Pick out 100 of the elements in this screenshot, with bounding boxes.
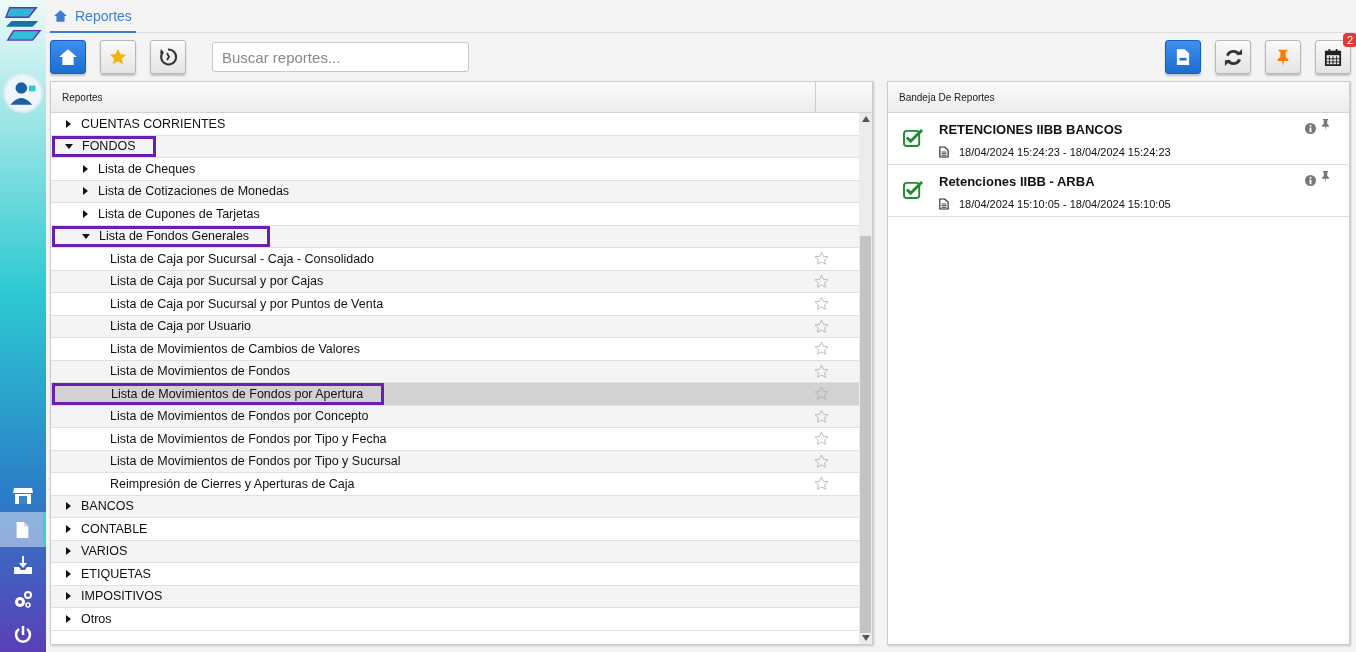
tree-folder-row[interactable]: Lista de Cheques [51,158,859,181]
scrollbar[interactable] [859,113,872,644]
caret-right-icon[interactable] [81,209,89,218]
calendar-icon [1324,48,1342,66]
caret-right-icon[interactable] [64,614,72,623]
tree-label: Lista de Movimientos de Fondos por Apertura [111,386,364,401]
star-icon[interactable] [814,408,829,424]
tree-folder-row[interactable]: BANCOS [51,495,859,518]
caret-right-icon[interactable] [64,547,72,556]
download-icon [13,554,33,575]
tree-label: IMPOSITIVOS [81,589,163,604]
tree-label: FONDOS [82,139,136,154]
tree-folder-row[interactable]: FONDOS [51,135,859,158]
tree-folder-row[interactable]: CONTABLE [51,518,859,541]
star-icon[interactable] [814,251,829,267]
report-row[interactable]: Lista de Caja por Sucursal - Caja - Consolidado [51,248,859,271]
gears-icon [13,589,33,610]
tree-folder-row[interactable]: Otros [51,608,859,631]
refresh-button[interactable] [1215,40,1251,74]
tree-label: ETIQUETAS [81,566,151,581]
star-icon [109,48,127,66]
report-row[interactable]: Lista de Caja por Sucursal y por Cajas [51,270,859,293]
star-icon[interactable] [814,476,829,492]
panel-title: Reportes [62,91,104,103]
tree-folder-row[interactable]: CUENTAS CORRIENTES [51,113,859,136]
tree-label: BANCOS [81,499,134,514]
history-button[interactable] [150,40,186,74]
date-range: 18/04/2024 15:10:05 - 18/04/2024 15:10:05 [959,198,1171,210]
star-icon[interactable] [814,273,829,289]
report-row[interactable]: Reimpresión de Cierres y Aperturas de Caja [51,473,859,496]
tree-label: CUENTAS CORRIENTES [81,116,226,131]
panel-title: Bandeja De Reportes [899,91,996,103]
caret-right-icon[interactable] [64,569,72,578]
report-row[interactable]: Lista de Caja por Sucursal y por Puntos de Venta [51,293,859,316]
tree-label: Otros [81,611,112,626]
tree-folder-row[interactable]: ETIQUETAS [51,563,859,586]
refresh-icon [1223,47,1243,67]
tree-label: Lista de Caja por Sucursal y por Cajas [110,274,324,289]
caret-right-icon[interactable] [81,164,89,173]
tree-label: Lista de Caja por Sucursal - Caja - Consolidado [110,251,375,266]
caret-right-icon[interactable] [64,592,72,601]
logo-icon [4,4,42,42]
info-icon[interactable] [1305,123,1316,134]
report-row[interactable]: Lista de Caja por Usuario [51,315,859,338]
scroll-up-icon[interactable] [861,116,870,122]
tree-label: Lista de Cheques [98,161,196,176]
report-row[interactable]: Lista de Movimientos de Fondos por Tipo y Fecha [51,428,859,451]
document-icon [1176,48,1190,66]
star-icon[interactable] [814,363,829,379]
report-row[interactable]: Lista de Movimientos de Fondos por Concepto [51,405,859,428]
caret-right-icon[interactable] [81,187,89,196]
star-icon[interactable] [814,318,829,334]
caret-down-icon[interactable] [82,232,90,241]
tree-label: Lista de Caja por Usuario [110,319,252,334]
star-icon[interactable] [814,341,829,357]
user-avatar[interactable] [3,73,43,113]
date-range: 18/04/2024 15:24:23 - 18/04/2024 15:24:23 [959,146,1171,158]
document-icon [939,198,949,210]
caret-right-icon[interactable] [64,524,72,533]
caret-right-icon[interactable] [64,119,72,128]
tree-label: Lista de Movimientos de Fondos por Tipo y Sucursal [110,454,401,469]
tree-label: Lista de Caja por Sucursal y por Puntos de Venta [110,296,384,311]
pin-icon[interactable] [1321,171,1330,183]
star-icon[interactable] [814,386,829,402]
star-icon[interactable] [814,431,829,447]
tree-folder-row[interactable]: Lista de Cupones de Tarjetas [51,203,859,226]
tree-label: VARIOS [81,544,128,559]
tree-label: Lista de Movimientos de Fondos por Tipo y Fecha [110,431,387,446]
home-button[interactable] [50,40,86,74]
report-row[interactable]: Lista de Movimientos de Fondos por Tipo y Sucursal [51,450,859,473]
star-icon[interactable] [814,296,829,312]
tree-label: Reimpresión de Cierres y Aperturas de Caja [110,476,355,491]
report-row[interactable]: Lista de Movimientos de Fondos [51,360,859,383]
tree-folder-row[interactable]: VARIOS [51,540,859,563]
tree-label: Lista de Movimientos de Fondos por Concepto [110,409,369,424]
info-icon[interactable] [1305,175,1316,186]
tree-folder-row[interactable]: Lista de Cotizaciones de Monedas [51,180,859,203]
report-row[interactable]: Lista de Movimientos de Fondos por Apertura [51,383,859,406]
document-icon [939,146,949,158]
tree-label: Lista de Movimientos de Cambios de Valores [110,341,360,356]
pin-icon[interactable] [1321,119,1330,131]
report-button[interactable] [1165,40,1201,74]
tree-label: Lista de Fondos Generales [99,229,250,244]
caret-right-icon[interactable] [64,502,72,511]
breadcrumb-tab[interactable]: Reportes [50,0,136,33]
tree-folder-row[interactable]: IMPOSITIVOS [51,585,859,608]
report-title: RETENCIONES IIBB BANCOS [939,122,1123,137]
report-title: Retenciones IIBB - ARBA [939,174,1095,189]
tree-label: Lista de Cotizaciones de Monedas [98,184,290,199]
tree-label: Lista de Movimientos de Fondos [110,364,290,379]
caret-down-icon[interactable] [65,142,73,151]
notification-badge: 2 [1342,33,1356,47]
home-icon [54,9,67,22]
report-row[interactable]: Lista de Movimientos de Cambios de Valores [51,338,859,361]
home-icon [59,49,77,65]
tree-label: CONTABLE [81,521,148,536]
search-field[interactable]: Buscar reportes... [212,42,469,72]
star-icon[interactable] [814,453,829,469]
tree-folder-row[interactable]: Lista de Fondos Generales [51,225,859,248]
scroll-down-icon[interactable] [861,635,870,641]
